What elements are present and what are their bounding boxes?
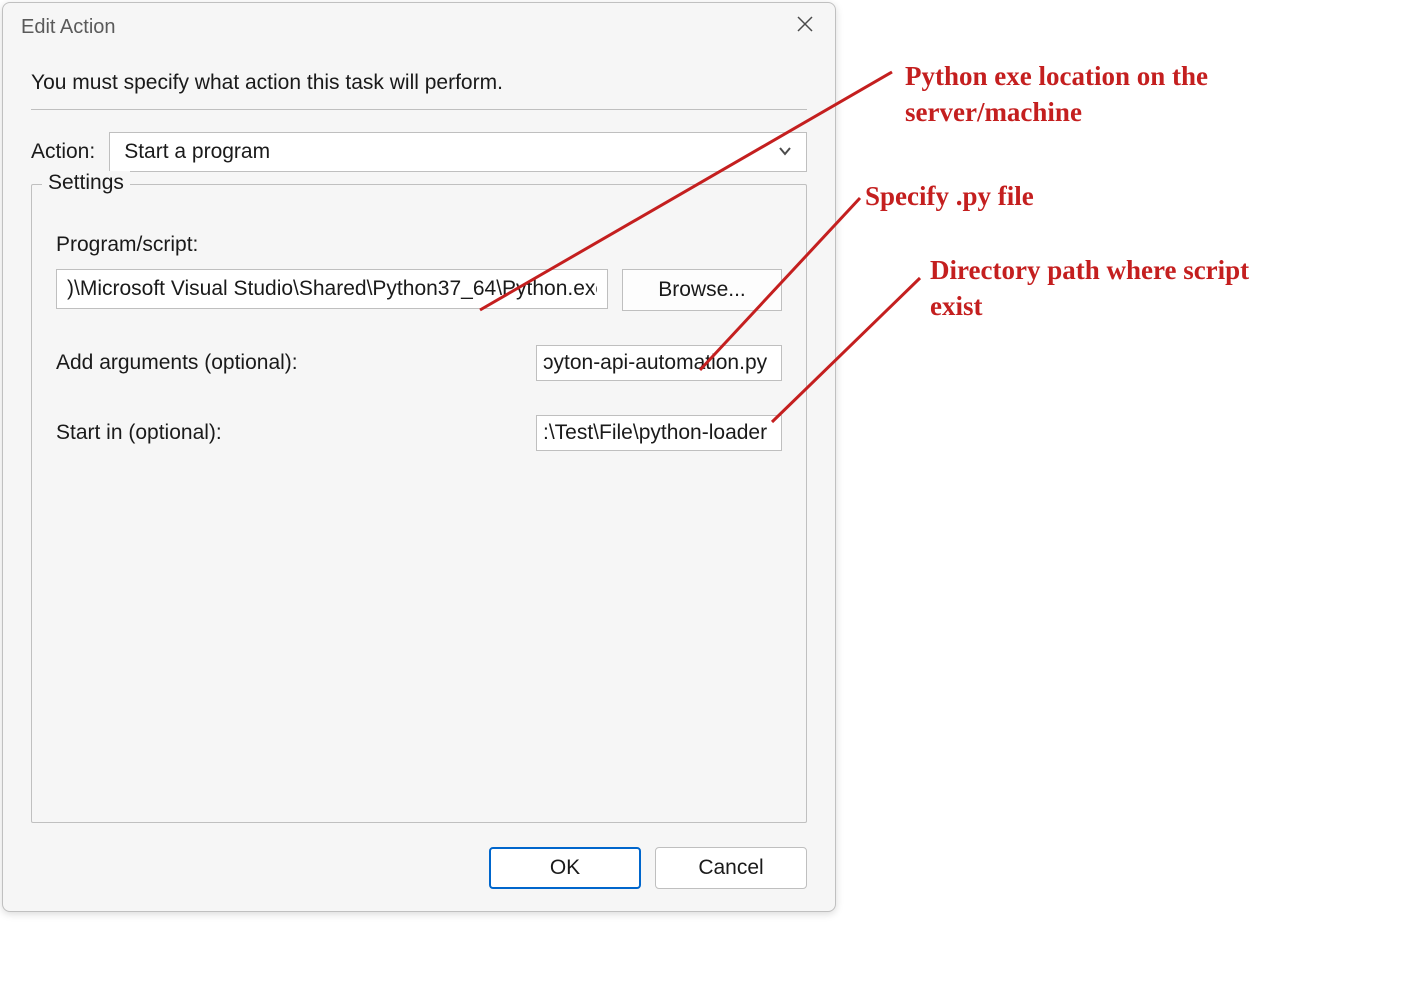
titlebar: Edit Action [3, 3, 835, 51]
add-arguments-label: Add arguments (optional): [56, 351, 298, 375]
program-script-label: Program/script: [56, 233, 782, 257]
annotation-py-file: Specify .py file [865, 178, 1034, 214]
ok-button[interactable]: OK [489, 847, 641, 889]
browse-button[interactable]: Browse... [622, 269, 782, 311]
action-label: Action: [31, 140, 95, 164]
chevron-down-icon [778, 140, 792, 164]
annotation-directory: Directory path where script exist [930, 252, 1270, 325]
dialog-title: Edit Action [21, 16, 116, 39]
action-dropdown-value: Start a program [124, 140, 270, 164]
start-in-label: Start in (optional): [56, 421, 222, 445]
settings-fieldset: Settings Program/script: Browse... Add a… [31, 184, 807, 823]
add-arguments-input[interactable] [536, 345, 782, 381]
dialog-body: You must specify what action this task w… [3, 51, 835, 833]
close-icon [795, 14, 815, 40]
edit-action-dialog: Edit Action You must specify what action… [2, 2, 836, 912]
instruction-text: You must specify what action this task w… [31, 71, 807, 110]
action-dropdown[interactable]: Start a program [109, 132, 807, 172]
start-in-input[interactable] [536, 415, 782, 451]
settings-legend: Settings [42, 171, 130, 195]
program-script-input[interactable] [56, 269, 608, 309]
close-button[interactable] [785, 7, 825, 47]
action-row: Action: Start a program [31, 132, 807, 172]
dialog-buttons: OK Cancel [3, 833, 835, 911]
cancel-button[interactable]: Cancel [655, 847, 807, 889]
annotation-python-exe: Python exe location on the server/machin… [905, 58, 1335, 131]
